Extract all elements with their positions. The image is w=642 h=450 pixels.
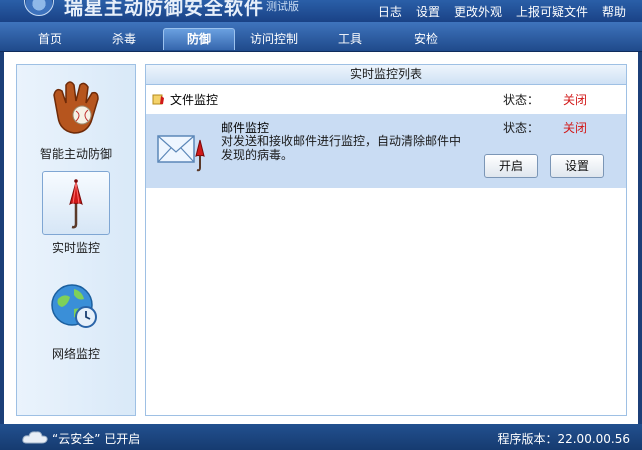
status-label: 状态：	[503, 93, 540, 107]
status-bar: “云安全” 已开启 程序版本：22.00.00.56	[0, 424, 642, 450]
menu-report-file[interactable]: 上报可疑文件	[516, 3, 588, 20]
menu-help[interactable]: 帮助	[602, 3, 626, 20]
globe-clock-icon	[44, 277, 108, 341]
menu-log[interactable]: 日志	[378, 3, 402, 20]
tab-defense[interactable]: 防御	[163, 28, 235, 50]
panel-header: 实时监控列表	[146, 65, 626, 85]
menu-change-skin[interactable]: 更改外观	[454, 3, 502, 20]
sidebar: 智能主动防御 实时监控 网络监控	[16, 64, 136, 416]
title-bar: 瑞星主动防御安全软件 测试版 日志 设置 更改外观 上报可疑文件 帮助	[0, 0, 642, 22]
sidebar-item-smart-defense[interactable]: 智能主动防御	[17, 77, 135, 162]
status-label: 状态：	[503, 121, 540, 135]
main-area: 智能主动防御 实时监控 网络监控 实时监控列表 文件监控 状态： 关闭 邮件监控…	[4, 52, 638, 424]
sidebar-item-label: 网络监控	[51, 347, 100, 361]
mail-umbrella-icon	[156, 126, 208, 172]
sidebar-item-label: 智能主动防御	[39, 147, 112, 161]
tab-security-check[interactable]: 安检	[390, 29, 462, 51]
monitor-list-panel: 实时监控列表 文件监控 状态： 关闭 邮件监控 对发送和接收邮件进行监控，自动清…	[145, 64, 627, 416]
list-item-mail-monitor[interactable]: 邮件监控 对发送和接收邮件进行监控，自动清除邮件中发现的病毒。 状态： 关闭 开…	[146, 114, 626, 188]
umbrella-icon	[42, 171, 110, 235]
app-logo-icon	[24, 0, 54, 16]
tab-antivirus[interactable]: 杀毒	[88, 29, 160, 51]
tab-tools[interactable]: 工具	[314, 29, 386, 51]
program-version: 程序版本：22.00.00.56	[497, 432, 630, 446]
sidebar-item-realtime-monitor[interactable]: 实时监控	[17, 171, 135, 256]
sidebar-item-network-monitor[interactable]: 网络监控	[17, 277, 135, 362]
sidebar-item-label: 实时监控	[51, 241, 100, 255]
file-shield-icon	[152, 92, 166, 106]
settings-button[interactable]: 设置	[550, 154, 604, 178]
app-title: 瑞星主动防御安全软件	[64, 0, 265, 19]
status-value: 关闭	[563, 93, 588, 107]
menu-settings[interactable]: 设置	[416, 3, 440, 20]
row-name: 文件监控	[170, 93, 219, 107]
tab-access-control[interactable]: 访问控制	[236, 29, 312, 51]
nav-tabs: 首页 杀毒 防御 访问控制 工具 安检	[0, 22, 642, 52]
row-description: 对发送和接收邮件进行监控，自动清除邮件中发现的病毒。	[221, 134, 462, 162]
enable-button[interactable]: 开启	[484, 154, 538, 178]
app-edition: 测试版	[266, 0, 299, 13]
top-menu: 日志 设置 更改外观 上报可疑文件 帮助	[378, 3, 626, 20]
baseball-glove-icon	[44, 77, 108, 141]
cloud-security-status: “云安全” 已开启	[52, 432, 141, 446]
cloud-icon	[22, 429, 48, 445]
list-item-file-monitor[interactable]: 文件监控 状态： 关闭	[146, 89, 626, 109]
tab-home[interactable]: 首页	[14, 29, 86, 51]
status-value: 关闭	[563, 121, 588, 135]
